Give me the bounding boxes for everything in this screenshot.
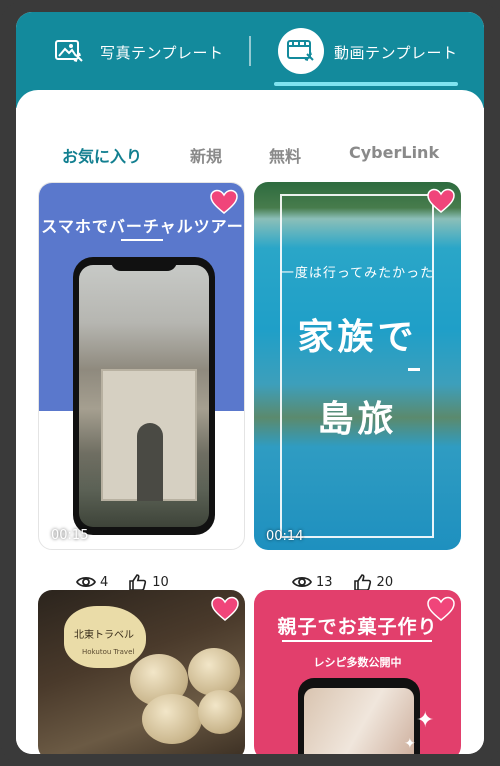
video-tab-label: 動画テンプレート	[334, 43, 458, 62]
template-card[interactable]: 親子でお菓子作り レシピ多数公開中 ✦ ✦	[254, 590, 461, 754]
headline-dash	[408, 368, 420, 371]
phone-mockup	[73, 257, 215, 535]
view-count: 4	[100, 574, 109, 590]
tab-photo-templates[interactable]: 写真テンプレート	[52, 34, 224, 70]
card-title: スマホでバーチャルツアー	[41, 217, 244, 236]
video-template-icon	[278, 28, 324, 74]
template-preview-image	[304, 688, 414, 754]
lamp-decoration	[198, 690, 242, 734]
thumbs-up-icon[interactable]	[353, 573, 373, 591]
eye-icon	[76, 576, 96, 588]
card-headline: 家族で	[297, 316, 418, 358]
active-tab-indicator	[274, 82, 458, 86]
thumbs-up-icon[interactable]	[128, 573, 148, 591]
favorite-heart-icon[interactable]	[427, 188, 455, 214]
card-headline-2: 島旅	[317, 398, 398, 440]
template-card[interactable]: スマホでバーチャルツアー 00:15	[38, 182, 245, 550]
like-count: 20	[376, 574, 394, 590]
sparkle-icon: ✦	[416, 708, 435, 733]
card-stats: 13 20	[292, 572, 413, 592]
category-tab-free[interactable]: 無料	[269, 143, 301, 167]
view-count: 13	[316, 574, 333, 590]
tab-video-templates[interactable]: 動画テンプレート	[278, 28, 458, 74]
phone-notch	[111, 257, 177, 271]
card-stats: 4 10	[76, 572, 189, 592]
favorite-heart-icon[interactable]	[211, 596, 239, 622]
card-subtitle: レシピ多数公開中	[313, 656, 402, 669]
video-duration: 00:15	[51, 528, 89, 543]
video-duration: 00:14	[266, 529, 304, 544]
lamp-decoration	[188, 648, 240, 696]
badge-title: 北東トラベル	[74, 630, 134, 641]
phone-mockup	[298, 678, 420, 754]
favorite-heart-icon[interactable]	[427, 596, 455, 622]
favorite-heart-icon[interactable]	[210, 189, 238, 215]
title-underline	[121, 239, 163, 241]
template-card[interactable]: 北東トラベル Hokutou Travel	[38, 590, 245, 754]
title-underline	[282, 640, 432, 642]
template-preview-image	[79, 265, 209, 527]
sparkle-icon: ✦	[404, 736, 416, 752]
eye-icon	[292, 576, 312, 588]
card-caption: 一度は行ってみたかった	[280, 266, 435, 281]
category-tab-favorites[interactable]: お気に入り	[62, 143, 142, 167]
device-frame: 写真テンプレート 動画テンプレート お気に入り 新規 無料 CyberLink …	[0, 0, 500, 766]
photo-tab-label: 写真テンプレート	[100, 43, 224, 62]
decorative-frame	[280, 194, 434, 538]
template-card[interactable]: 一度は行ってみたかった 家族で 島旅 00:14	[254, 182, 461, 550]
app-screen: 写真テンプレート 動画テンプレート お気に入り 新規 無料 CyberLink …	[16, 12, 484, 754]
tab-divider	[249, 36, 251, 66]
category-tab-new[interactable]: 新規	[190, 143, 222, 167]
photo-template-icon	[52, 35, 86, 69]
badge-subtitle: Hokutou Travel	[82, 648, 135, 656]
arch-illustration	[101, 369, 197, 501]
category-tab-cyberlink[interactable]: CyberLink	[349, 143, 439, 162]
like-count: 10	[152, 574, 169, 590]
lamp-decoration	[142, 694, 202, 744]
